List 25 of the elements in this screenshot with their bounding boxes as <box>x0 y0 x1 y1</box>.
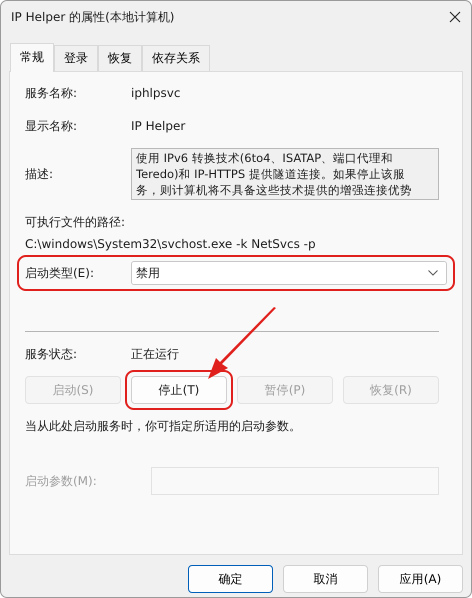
field-value: iphlpsvc <box>131 86 180 100</box>
hint-text: 当从此处启动服务时，你可指定所适用的启动参数。 <box>25 418 301 434</box>
field-label: 启动参数(M): <box>25 472 98 490</box>
startup-type-dropdown[interactable]: 禁用 <box>131 261 447 285</box>
description-box[interactable]: 使用 IPv6 转换技术(6to4、ISATAP、端口代理和 Teredo)和 IP-HTTPS 提供隧道连接。如果停止该服务，则计算机将不具备这些技术提供的增强连接优势 <box>131 148 439 200</box>
tab[interactable]: 常规 <box>10 43 54 72</box>
field-label: 描述: <box>25 166 54 182</box>
chevron-down-icon <box>428 270 438 276</box>
tab[interactable]: 登录 <box>54 45 98 71</box>
field-label: 服务名称: <box>25 84 78 102</box>
field-label: 显示名称: <box>25 118 78 134</box>
dialog-button[interactable]: 应用(A) <box>378 565 463 593</box>
dialog-button[interactable]: 确定 <box>188 565 273 593</box>
tab[interactable]: 依存关系 <box>142 45 210 71</box>
path-text: C:\windows\System32\svchost.exe -k NetSvcs -p <box>25 237 316 251</box>
status-value: 正在运行 <box>131 346 179 362</box>
window-title: IP Helper 的属性(本地计算机) <box>11 8 174 26</box>
field-label: 启动类型(E): <box>25 264 95 282</box>
field-label: 服务状态: <box>25 346 78 362</box>
service-button[interactable]: 停止(T) <box>131 376 227 404</box>
tab[interactable]: 恢复 <box>98 45 142 71</box>
dialog-button[interactable]: 取消 <box>283 565 368 593</box>
close-icon[interactable] <box>449 11 461 23</box>
field-value: IP Helper <box>131 119 186 133</box>
field-label: 可执行文件的路径: <box>25 214 126 230</box>
